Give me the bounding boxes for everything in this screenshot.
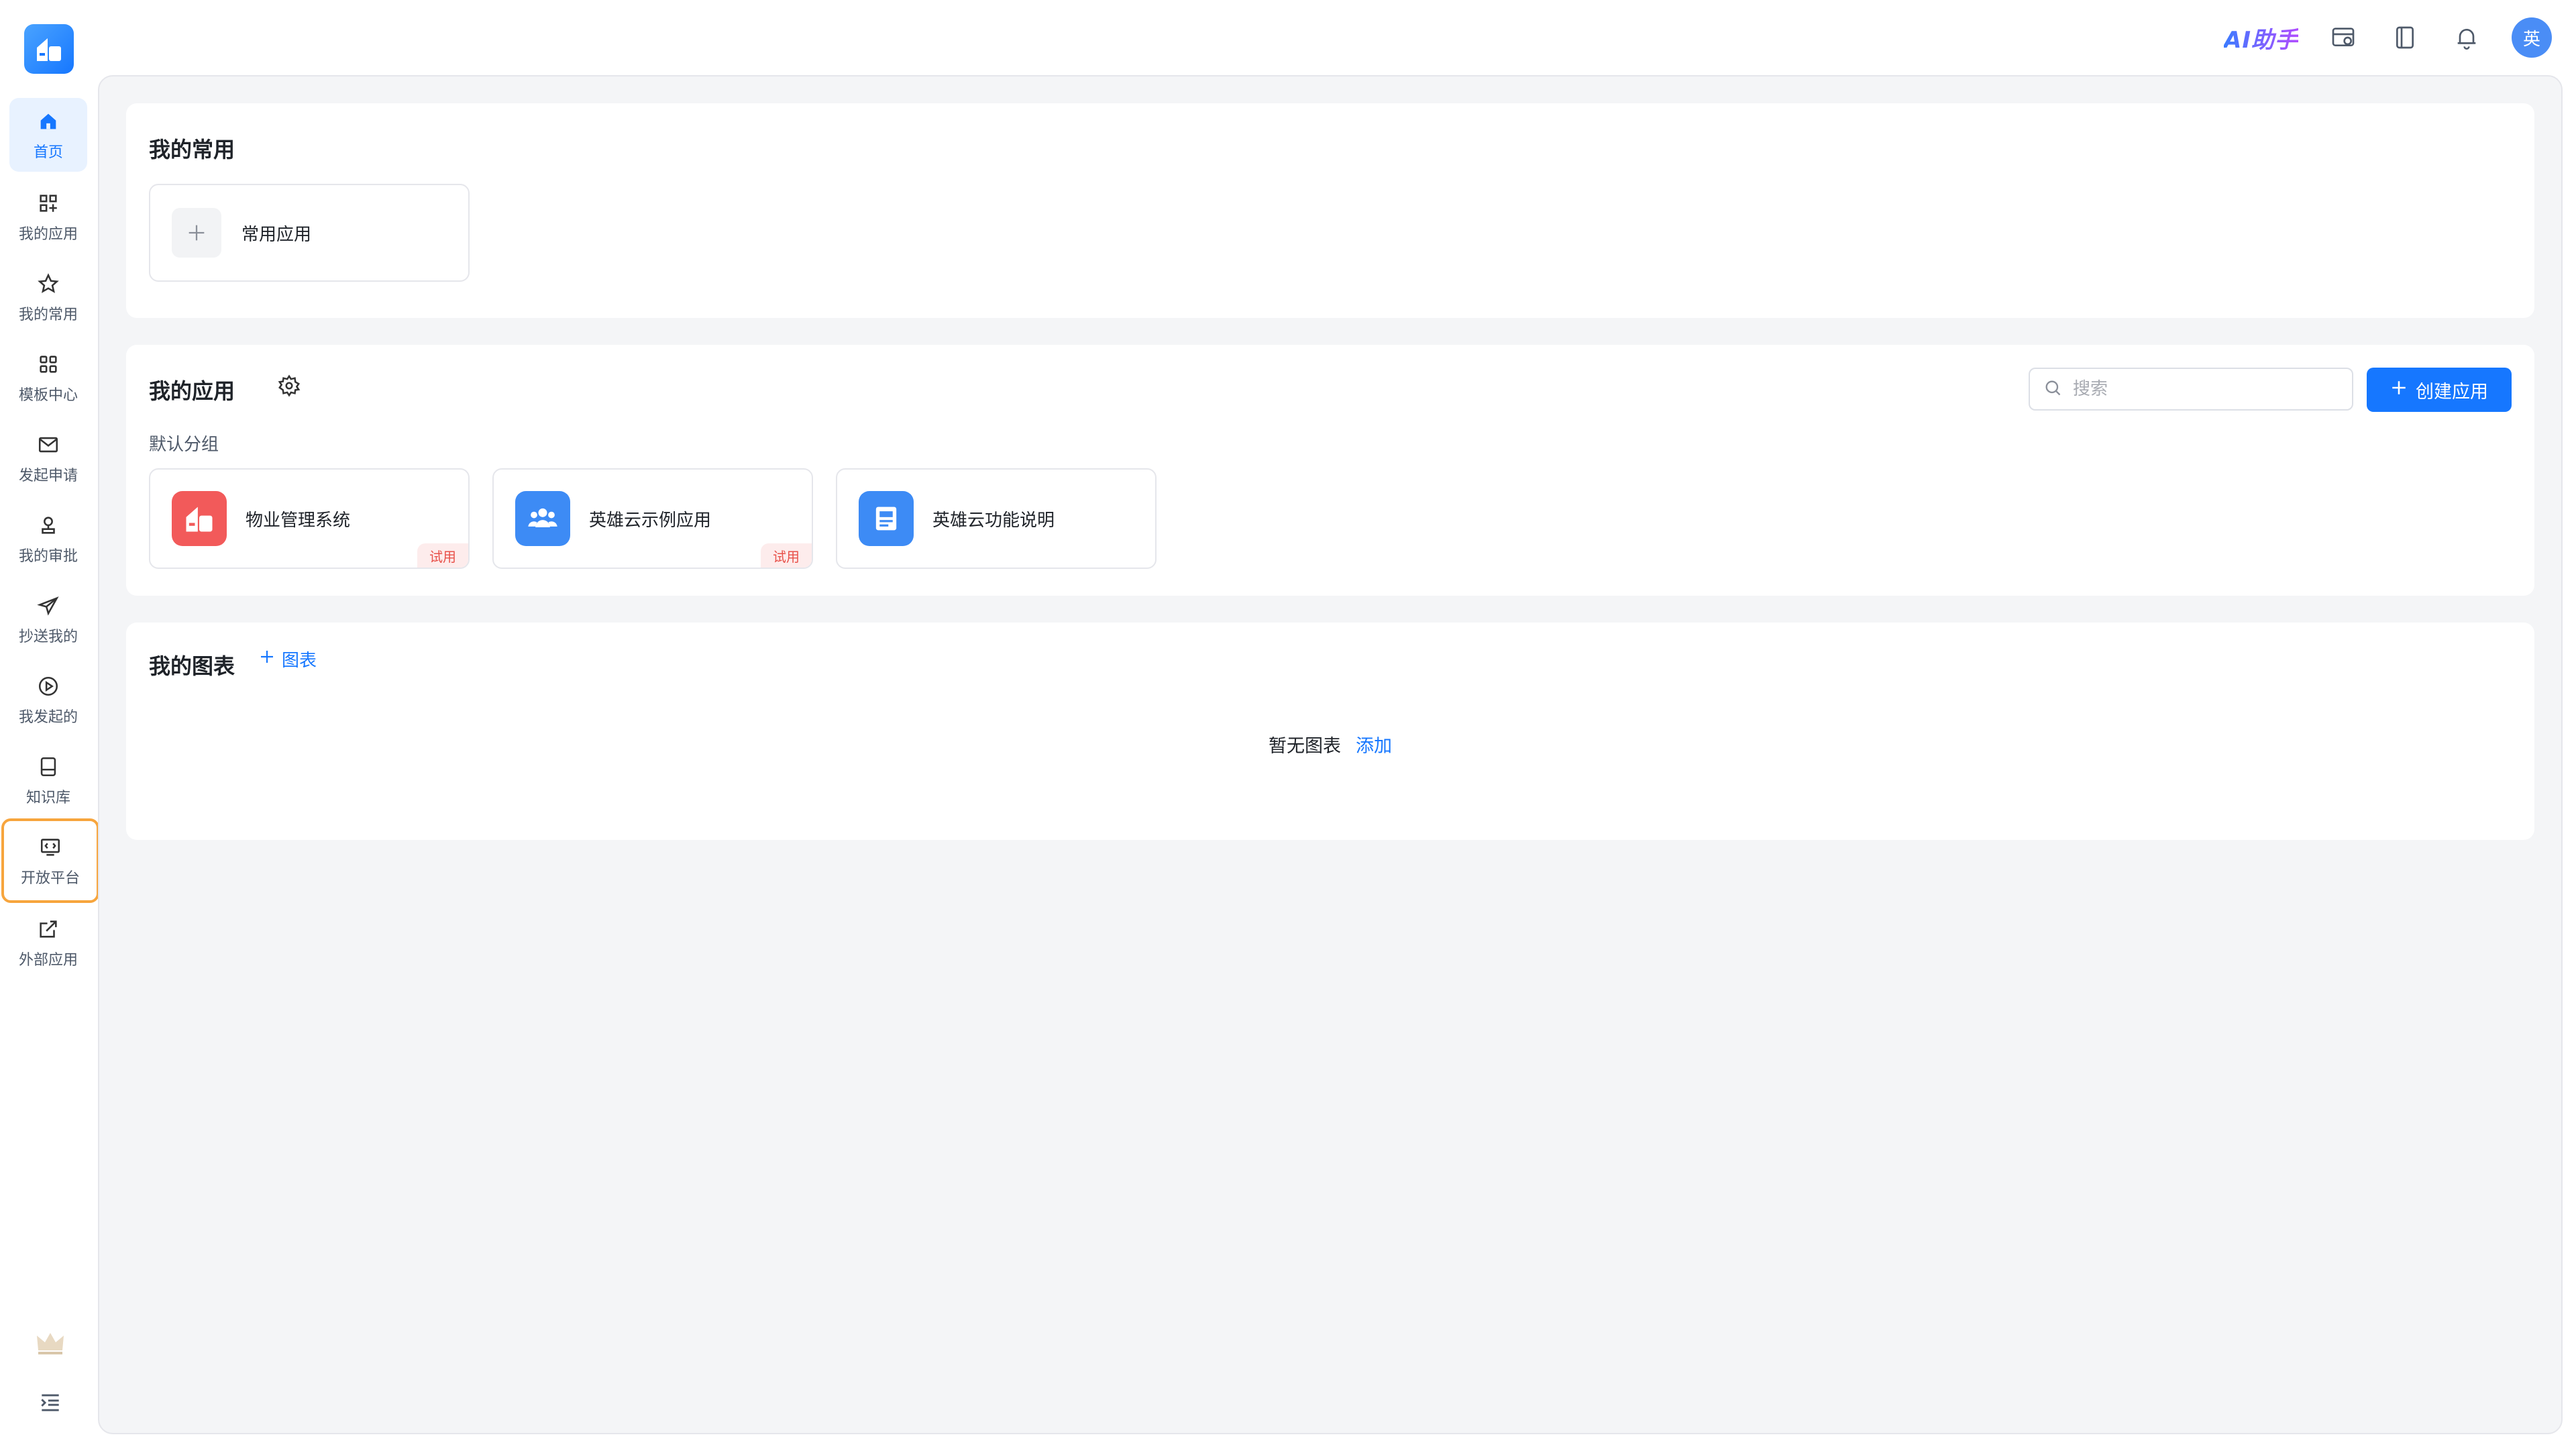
calendar-icon[interactable] [2326,21,2360,54]
open-platform-icon [37,834,64,861]
app-tile-feature-guide[interactable]: 英雄云功能说明 [836,468,1157,569]
ai-assistant-button[interactable]: AI助手 [2224,21,2298,54]
app-tile-property-management[interactable]: 物业管理系统 试用 [149,468,470,569]
sidebar-item-label: 我的常用 [18,307,78,323]
sidebar-item-my-apps[interactable]: 我的应用 [9,180,87,254]
add-chart-label: 图表 [282,651,317,671]
knowledge-book-icon [35,753,62,780]
empty-state: 暂无图表 添加 [126,731,2534,757]
bell-icon[interactable] [2450,21,2483,54]
book-icon[interactable] [2388,21,2422,54]
sidebar-item-label: 模板中心 [18,387,78,404]
home-icon [35,108,62,135]
search-icon [2043,378,2062,400]
external-link-icon [35,916,62,943]
send-icon [35,592,62,619]
favorites-title: 我的常用 [149,137,235,162]
tile-label: 常用应用 [241,224,312,245]
sidebar: 首页 我的应用 我的常用 模板中心 发起申请 我的审批 抄送我的 我发起的 知识… [0,75,99,1449]
sidebar-item-label: 发起申请 [18,468,78,484]
create-app-button[interactable]: 创建应用 [2367,368,2512,412]
sidebar-item-label: 外部应用 [18,952,78,969]
app-name: 物业管理系统 [246,510,351,531]
my-apps-card: 我的应用 创建应用 默认分组 物业管理系统 试用 [126,345,2534,596]
empty-text: 暂无图表 [1269,736,1341,757]
add-favorite-tile[interactable]: 常用应用 [149,184,470,282]
document-icon [859,491,914,546]
sidebar-item-open-platform[interactable]: 开放平台 [1,818,99,903]
search-input[interactable] [2073,379,2341,399]
group-label: 默认分组 [149,435,219,455]
template-icon [35,351,62,378]
top-bar: AI助手 英 [0,0,2576,75]
mail-icon [35,431,62,458]
sidebar-item-cc-me[interactable]: 抄送我的 [9,582,87,656]
sidebar-item-templates[interactable]: 模板中心 [9,341,87,415]
add-chart-button[interactable]: 图表 [259,647,317,672]
my-charts-title: 我的图表 [149,653,235,679]
my-charts-card: 我的图表 图表 暂无图表 添加 [126,623,2534,840]
app-name: 英雄云功能说明 [932,510,1055,531]
favorites-card: 我的常用 常用应用 [126,103,2534,318]
app-logo[interactable] [24,24,74,74]
top-right-toolbar: AI助手 英 [2224,16,2552,59]
star-icon [35,270,62,297]
trial-badge: 试用 [417,543,468,568]
sidebar-item-initiated-by-me[interactable]: 我发起的 [9,663,87,737]
approver-icon [35,512,62,539]
create-app-label: 创建应用 [2416,381,2488,402]
sidebar-item-label: 我的应用 [18,226,78,243]
sidebar-item-my-approvals[interactable]: 我的审批 [9,502,87,576]
play-circle-icon [35,673,62,700]
sidebar-item-label: 知识库 [25,790,70,806]
sidebar-item-external-apps[interactable]: 外部应用 [9,906,87,979]
app-name: 英雄云示例应用 [589,510,712,531]
sidebar-item-label: 开放平台 [20,870,80,887]
gear-icon[interactable] [278,374,305,401]
app-tile-demo-app[interactable]: 英雄云示例应用 试用 [492,468,813,569]
apps-icon [35,190,62,217]
sidebar-item-label: 首页 [33,144,63,161]
sidebar-item-label: 抄送我的 [18,629,78,645]
avatar[interactable]: 英 [2512,17,2552,58]
sidebar-item-label: 我的审批 [18,548,78,565]
collapse-menu-icon[interactable] [34,1386,67,1419]
main-content: 我的常用 常用应用 我的应用 创建应用 默认分组 [98,75,2563,1434]
search-box[interactable] [2029,368,2353,411]
property-app-icon [172,491,227,546]
plus-icon [259,649,275,669]
empty-add-link[interactable]: 添加 [1356,731,1392,757]
sidebar-item-home[interactable]: 首页 [9,98,87,172]
trial-badge: 试用 [761,543,812,568]
sidebar-item-favorites[interactable]: 我的常用 [9,260,87,334]
sidebar-item-knowledge-base[interactable]: 知识库 [9,743,87,817]
team-icon [515,491,570,546]
sidebar-item-submit-request[interactable]: 发起申请 [9,421,87,495]
plus-icon [2390,379,2408,401]
logo-icon [37,38,61,61]
plus-icon [172,208,221,258]
crown-icon[interactable] [34,1326,67,1359]
sidebar-item-label: 我发起的 [18,709,78,726]
my-apps-title: 我的应用 [149,378,235,404]
